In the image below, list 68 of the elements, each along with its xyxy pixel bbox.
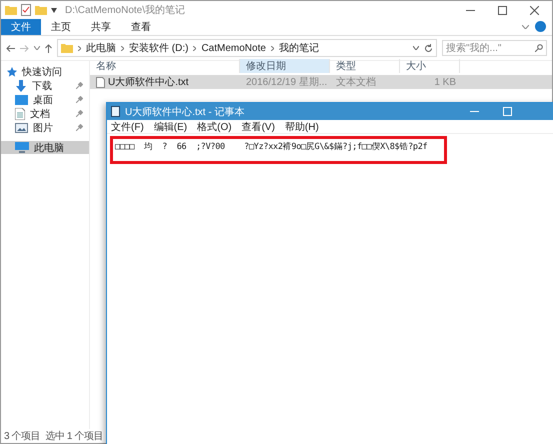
desktop-icon (15, 94, 28, 104)
file-row[interactable]: U大师软件中心.txt 2016/12/19 星期... 文本文档 1 KB (90, 75, 552, 89)
sidebar-item[interactable]: 下载 (1, 79, 89, 92)
ribbon-tab[interactable]: 文件 (1, 19, 41, 35)
window-title: U大师软件中心.txt - 记事本 (125, 106, 246, 118)
breadcrumb[interactable]: 安装软件 (D:) (129, 41, 188, 55)
download-icon (15, 80, 27, 92)
sidebar-item[interactable]: 桌面 (1, 93, 89, 106)
search-field[interactable]: 搜索"我的..." (442, 40, 547, 56)
status-text: 3 个项目 (4, 430, 40, 443)
sidebar-item[interactable]: 此电脑 (1, 141, 89, 154)
file-type: 文本文档 (335, 76, 377, 89)
breadcrumb[interactable]: CatMemoNote (201, 42, 266, 54)
computer-icon (15, 142, 29, 153)
help-icon[interactable] (535, 21, 546, 32)
column-header[interactable]: 类型 (330, 59, 400, 73)
pin-icon[interactable] (76, 82, 83, 89)
dropdown-icon[interactable] (413, 46, 419, 50)
minimize-icon (470, 111, 478, 112)
status-text: 选中 1 个项目 (45, 430, 104, 443)
chevron-icon (270, 46, 274, 50)
menu-item[interactable]: 编辑(E) (154, 120, 188, 134)
folder-icon (61, 43, 73, 53)
breadcrumb[interactable]: 我的笔记 (278, 41, 319, 55)
chevron-icon (121, 46, 124, 50)
chevron-icon (78, 46, 81, 50)
back-icon[interactable] (6, 44, 15, 52)
recent-locations-icon[interactable] (34, 46, 40, 50)
folder-icon (35, 5, 47, 15)
maximize-icon (498, 6, 506, 14)
address-bar[interactable]: 此电脑 安装软件 (D:) CatMemoNote 我的笔记 (57, 39, 437, 57)
text-file-icon (96, 76, 105, 88)
menu-item[interactable]: 格式(O) (197, 120, 232, 134)
ribbon-tab[interactable]: 共享 (81, 19, 121, 35)
dropdown-icon[interactable] (51, 8, 57, 12)
column-header[interactable]: 大小 (400, 59, 460, 73)
search-icon (535, 44, 543, 52)
sidebar-item[interactable]: 文档 (1, 107, 89, 120)
up-icon[interactable] (45, 44, 52, 52)
text-content: □□□□ 均 ? 66 ;?V?00 ?□Yz?xx2褙9o□尻G\&$鏋?j;f□□偰X\8$锆?p2f (115, 142, 428, 152)
chevron-icon (193, 46, 196, 50)
breadcrumb[interactable]: 此电脑 (86, 41, 116, 55)
file-date: 2016/12/19 星期... (245, 76, 328, 89)
menu-item[interactable]: 文件(F) (111, 120, 144, 134)
expand-ribbon-icon[interactable] (522, 25, 529, 29)
document-check-icon[interactable] (21, 4, 31, 16)
window-title: D:\CatMemoNote\我的笔记 (65, 4, 186, 17)
refresh-icon[interactable] (424, 44, 433, 52)
pin-icon[interactable] (76, 96, 83, 103)
star-icon (7, 66, 17, 76)
menu-item[interactable]: 帮助(H) (284, 120, 319, 134)
folder-icon (5, 5, 17, 15)
notepad-icon (111, 106, 120, 117)
forward-icon[interactable] (20, 44, 29, 52)
ribbon-tab[interactable]: 查看 (121, 19, 161, 35)
document-icon (15, 108, 25, 120)
menu-item[interactable]: 查看(V) (242, 120, 275, 134)
maximize-icon (502, 107, 512, 116)
sidebar-item[interactable]: 快速访问 (1, 65, 89, 78)
file-name: U大师软件中心.txt (108, 76, 189, 89)
pin-icon[interactable] (76, 110, 83, 117)
file-size: 1 KB (433, 76, 457, 88)
column-header[interactable]: 修改日期 (240, 59, 330, 73)
pin-icon[interactable] (76, 124, 83, 131)
sidebar-item[interactable]: 图片 (1, 121, 89, 134)
ribbon-tab[interactable]: 主页 (41, 19, 81, 35)
picture-icon (15, 122, 28, 132)
close-icon (530, 6, 538, 14)
